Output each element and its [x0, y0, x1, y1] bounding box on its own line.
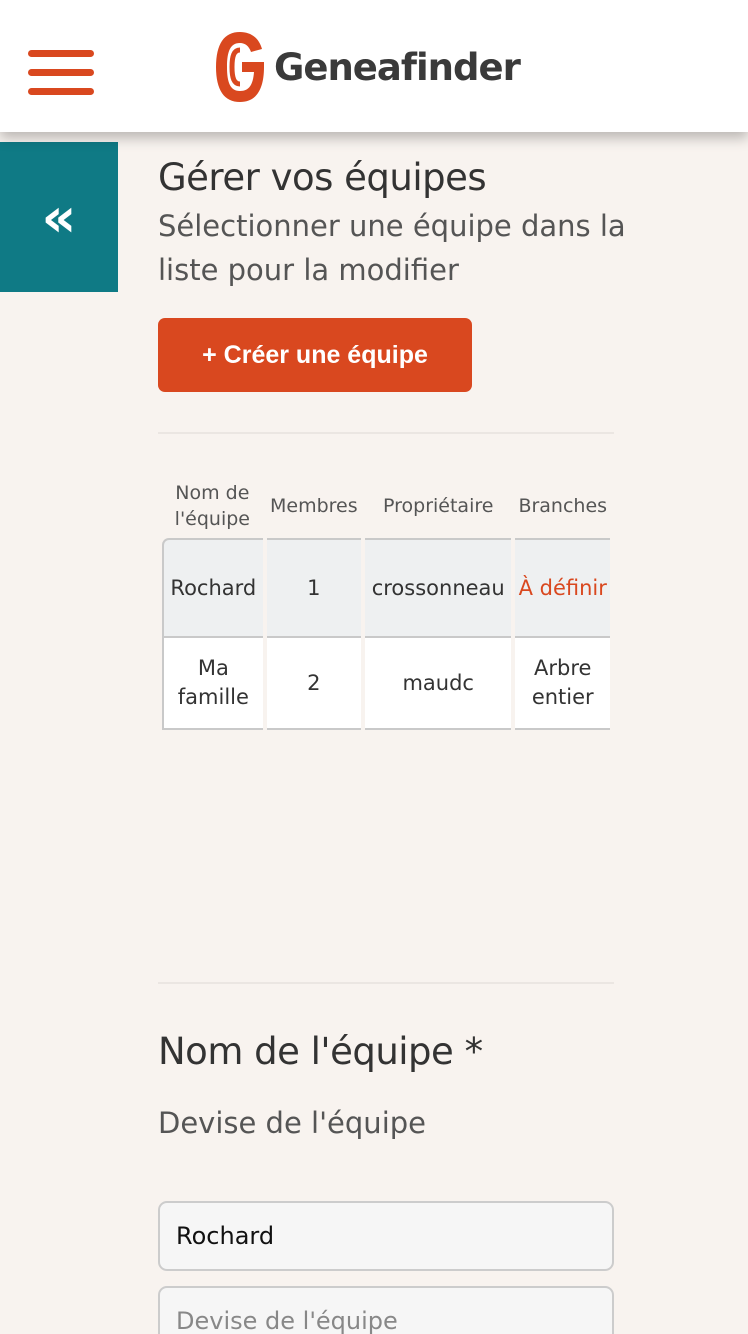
divider: [158, 982, 614, 984]
cell-team-name: Rochard: [162, 538, 263, 636]
teams-table: Nom de l'équipe Membres Propriétaire Bra…: [160, 474, 614, 734]
table-row[interactable]: Ma famille 2 maudc Arbre entier: [162, 636, 610, 730]
cell-owner: maudc: [364, 636, 512, 730]
collapse-sidebar-button[interactable]: «: [0, 142, 118, 292]
column-header-members: Membres: [270, 495, 358, 517]
double-chevron-left-icon: «: [41, 185, 77, 249]
page-subtitle: Sélectionner une équipe dans la liste po…: [158, 209, 626, 287]
create-team-button[interactable]: + Créer une équipe: [158, 318, 472, 392]
table-row[interactable]: Rochard 1 crossonneau À définir: [162, 538, 610, 636]
column-header-name: Nom de l'équipe: [174, 482, 250, 530]
table-header-row: Nom de l'équipe Membres Propriétaire Bra…: [162, 474, 610, 538]
cell-branches: Arbre entier: [515, 636, 610, 730]
team-motto-input[interactable]: [158, 1286, 614, 1334]
column-header-branches: Branches: [518, 495, 608, 517]
cell-team-name: Ma famille: [162, 636, 263, 730]
cell-owner: crossonneau: [364, 538, 512, 636]
brand-logo[interactable]: Geneafinder: [212, 28, 521, 106]
app-header: Geneafinder: [0, 0, 748, 132]
team-name-label: Nom de l'équipe *: [158, 1030, 483, 1073]
page-title: Gérer vos équipes: [158, 156, 487, 199]
cell-branches: À définir: [515, 538, 610, 636]
menu-icon[interactable]: [28, 50, 94, 96]
divider: [158, 432, 614, 434]
column-header-owner: Propriétaire: [383, 495, 494, 517]
brand-name: Geneafinder: [274, 45, 521, 89]
team-name-input[interactable]: [158, 1201, 614, 1271]
geneafinder-logo-icon: [216, 32, 264, 102]
cell-members: 1: [266, 538, 361, 636]
team-motto-label: Devise de l'équipe: [158, 1106, 426, 1140]
cell-members: 2: [266, 636, 361, 730]
